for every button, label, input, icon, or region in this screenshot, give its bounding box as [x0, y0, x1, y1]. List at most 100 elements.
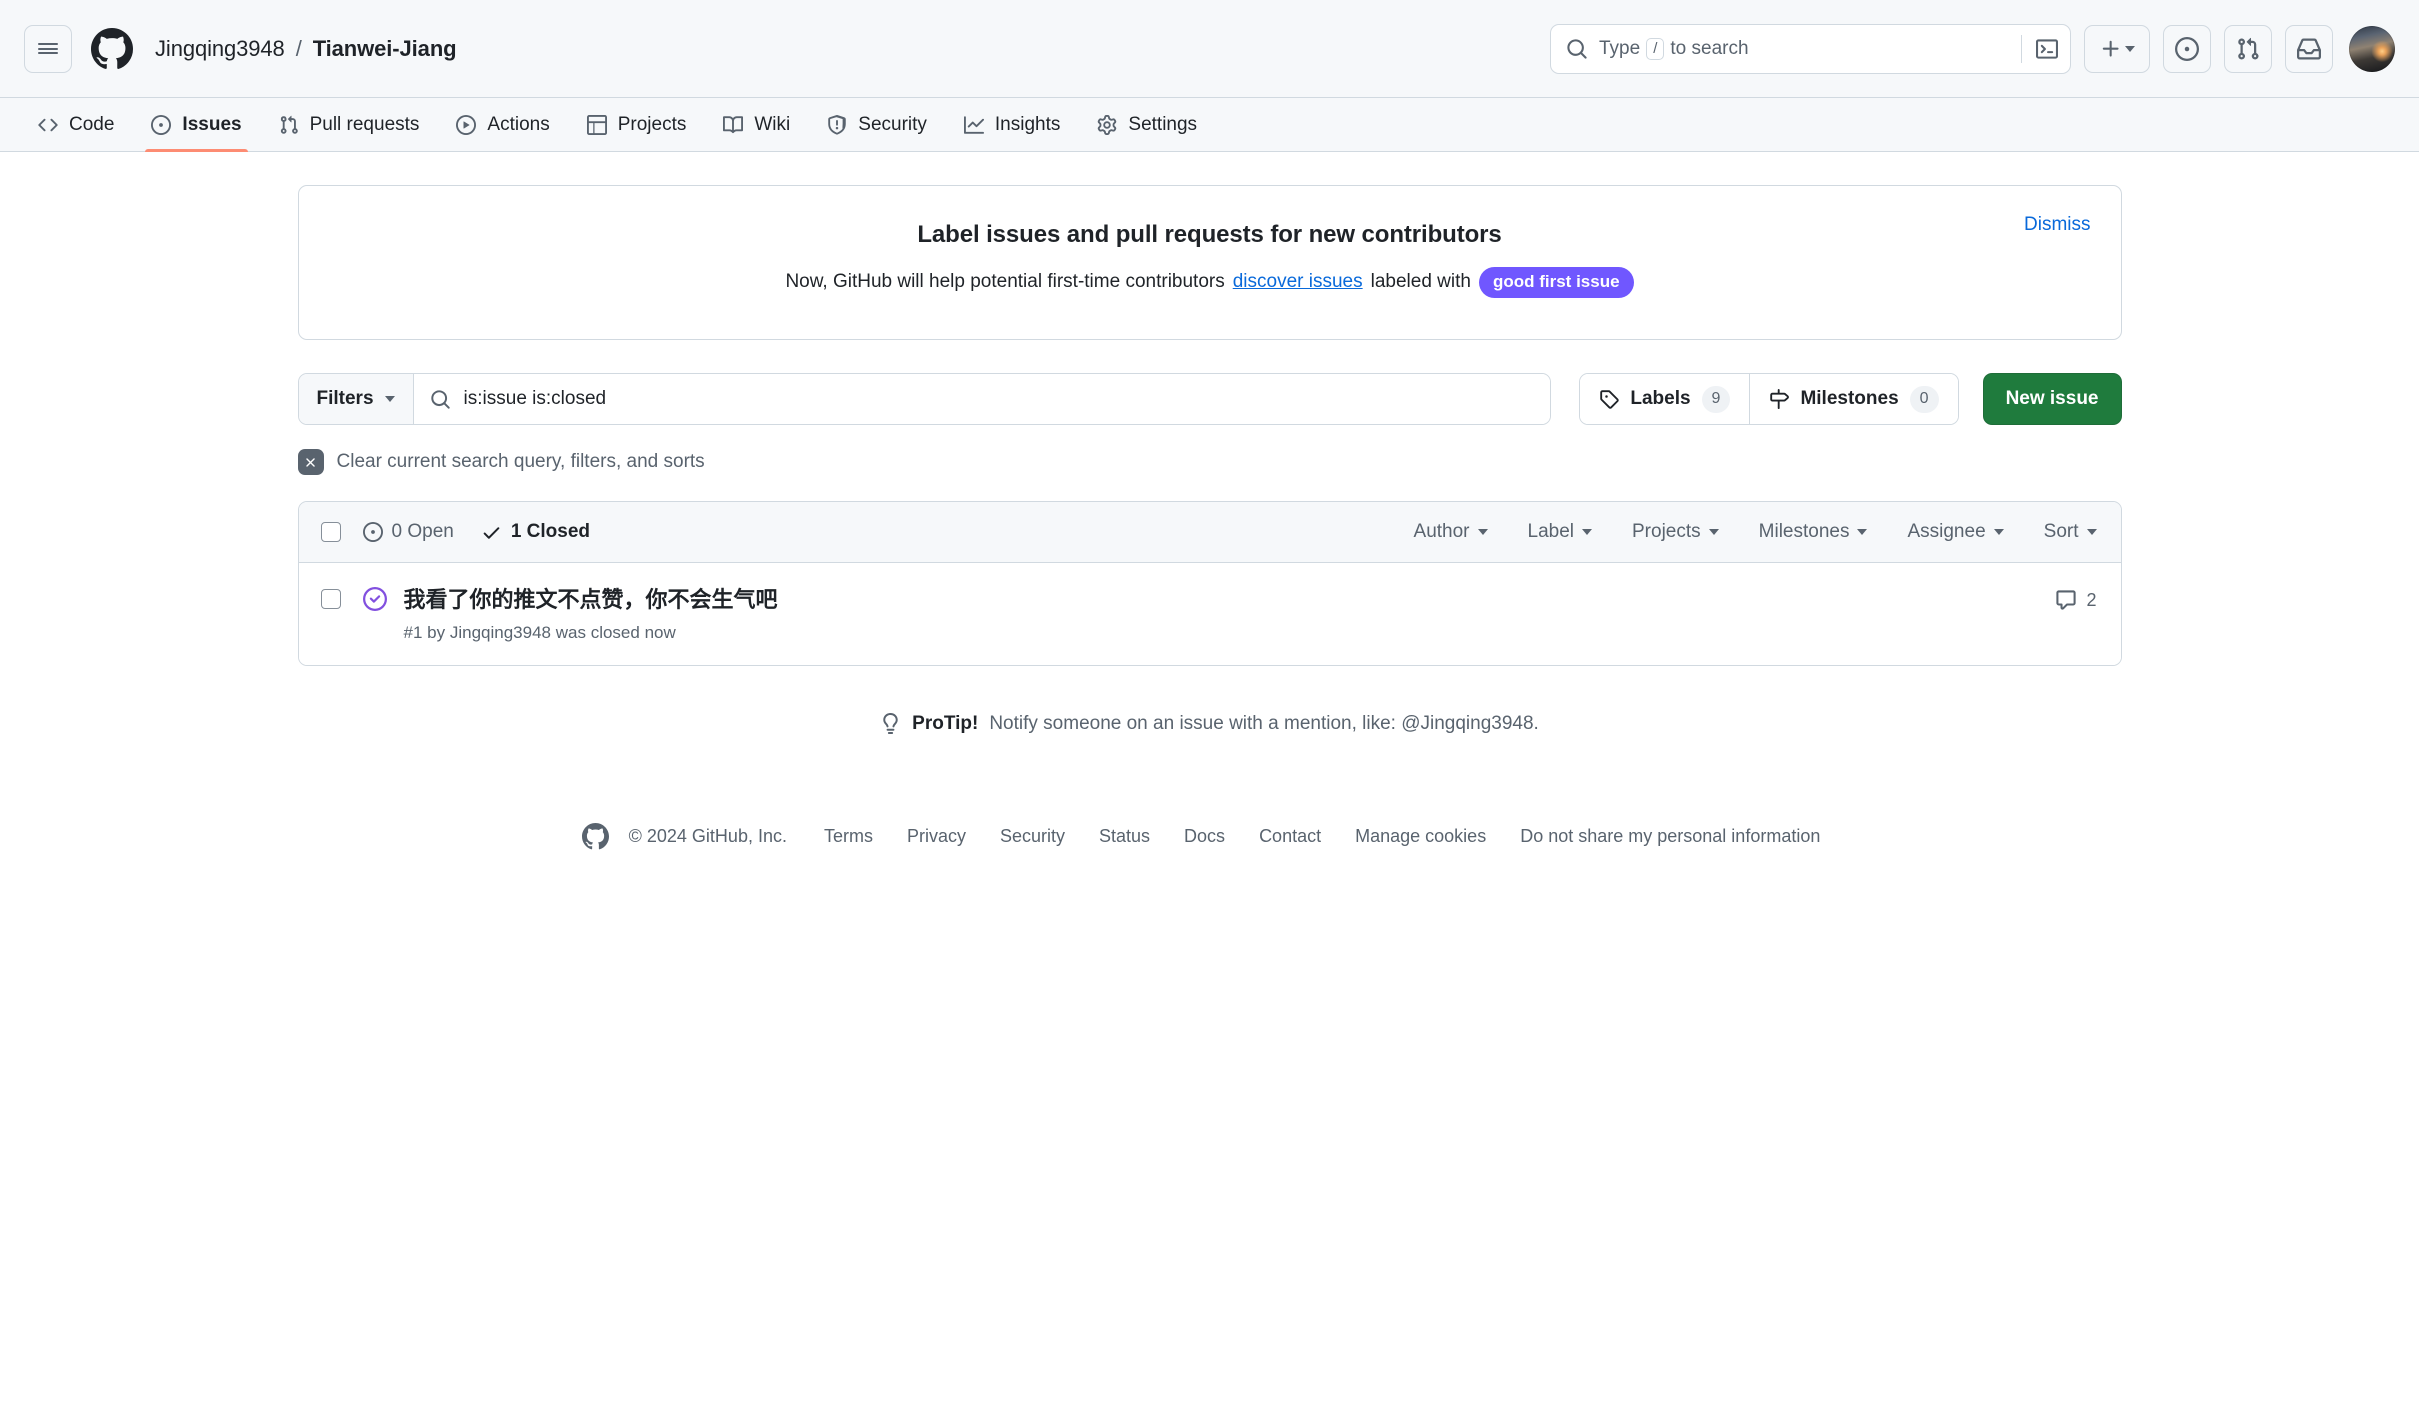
code-icon [38, 115, 58, 135]
repo-nav-issues-label: Issues [182, 113, 242, 135]
banner-title: Label issues and pull requests for new c… [917, 220, 1502, 248]
global-search-input[interactable]: Type / to search [1550, 23, 2071, 74]
footer-link-manage-cookies[interactable]: Manage cookies [1338, 826, 1503, 847]
pull-requests-button[interactable] [2224, 24, 2272, 73]
search-input[interactable] [463, 388, 1534, 410]
issue-title-link[interactable]: 我看了你的推文不点赞，你不会生气吧 [404, 585, 778, 615]
notifications-inbox-button[interactable] [2285, 24, 2333, 73]
chevron-down-icon [2124, 45, 2135, 52]
repo-nav-wiki-label: Wiki [754, 113, 791, 135]
table-row[interactable]: 我看了你的推文不点赞，你不会生气吧 #1 by Jingqing3948 was… [298, 563, 2121, 665]
tag-icon [1599, 389, 1620, 409]
clear-filters-link[interactable]: Clear current search query, filters, and… [297, 449, 705, 475]
projects-filter[interactable]: Projects [1612, 521, 1739, 543]
issues-button[interactable] [2163, 24, 2211, 73]
footer-link-docs[interactable]: Docs [1167, 826, 1242, 847]
footer-link-contact[interactable]: Contact [1242, 826, 1338, 847]
issues-search-field[interactable] [413, 374, 1550, 424]
discover-issues-link[interactable]: discover issues [1233, 271, 1363, 293]
terminal-command-icon[interactable] [2021, 34, 2058, 63]
search-placeholder-prefix: Type [1599, 37, 1641, 59]
search-placeholder: Type / to search [1599, 37, 1749, 60]
play-icon [456, 114, 477, 135]
closed-issues-filter[interactable]: 1 Closed [481, 521, 590, 543]
repo-nav-insights-label: Insights [994, 113, 1061, 135]
search-placeholder-suffix: to search [1670, 37, 1749, 59]
repo-nav-wiki[interactable]: Wiki [709, 98, 804, 151]
repo-nav-actions[interactable]: Actions [442, 98, 563, 151]
avatar[interactable] [2349, 25, 2395, 72]
labels-count: 9 [1701, 385, 1731, 413]
github-issues-page: Jingqing3948 / Tianwei-Jiang Type / to s… [0, 0, 2419, 1417]
filters-label: Filters [316, 388, 374, 409]
select-all-checkbox[interactable] [320, 522, 341, 542]
issue-checkbox[interactable] [320, 589, 341, 609]
list-sort-filters: Author Label Projects Milestones Assigne… [1394, 521, 2097, 543]
check-icon [481, 522, 502, 543]
repo-nav-projects-label: Projects [617, 113, 687, 135]
issue-author-link[interactable]: Jingqing3948 [450, 623, 551, 642]
clear-filters-label: Clear current search query, filters, and… [336, 451, 705, 472]
milestones-label: Milestones [1800, 388, 1899, 409]
repo-nav-insights[interactable]: Insights [950, 98, 1074, 151]
page-footer: © 2024 GitHub, Inc. Terms Privacy Securi… [298, 822, 2122, 890]
footer-link-do-not-share[interactable]: Do not share my personal information [1503, 826, 1837, 847]
footer-link-security[interactable]: Security [983, 826, 1082, 847]
protip-label: ProTip! [912, 712, 979, 734]
author-filter-label: Author [1413, 521, 1470, 542]
footer-link-terms[interactable]: Terms [807, 826, 890, 847]
create-new-button[interactable] [2084, 24, 2150, 73]
state-filters: 0 Open 1 Closed [362, 521, 590, 543]
labels-label: Labels [1630, 388, 1691, 409]
lightbulb-icon [880, 713, 901, 735]
new-issue-button[interactable]: New issue [1982, 373, 2122, 425]
repo-nav-code[interactable]: Code [24, 98, 128, 151]
sort-filter[interactable]: Sort [2024, 521, 2097, 543]
contributors-banner: Label issues and pull requests for new c… [297, 185, 2122, 340]
main-content: Label issues and pull requests for new c… [0, 185, 2419, 890]
repo-nav-security[interactable]: Security [813, 98, 941, 151]
hamburger-menu-icon[interactable] [24, 24, 72, 73]
closed-issues-label: 1 Closed [510, 521, 591, 542]
repo-nav-settings[interactable]: Settings [1083, 98, 1211, 151]
repo-nav-issues[interactable]: Issues [137, 98, 255, 152]
issue-number: #1 [403, 622, 423, 642]
open-issues-filter[interactable]: 0 Open [362, 521, 454, 543]
github-logo-icon[interactable] [91, 27, 133, 70]
issue-comment-count[interactable]: 2 [2055, 585, 2097, 611]
milestones-filter-label: Milestones [1758, 521, 1850, 542]
footer-link-status[interactable]: Status [1082, 826, 1167, 847]
good-first-issue-chip[interactable]: good first issue [1478, 266, 1634, 299]
repo-nav-projects[interactable]: Projects [573, 98, 701, 151]
issue-opened-icon [362, 522, 383, 542]
chevron-down-icon [1477, 529, 1488, 535]
comment-icon [2055, 589, 2077, 611]
banner-body-after: labeled with [1370, 271, 1471, 293]
git-pull-request-icon [279, 115, 299, 135]
issues-list-header: 0 Open 1 Closed Author Label Projects Mi… [298, 502, 2121, 563]
footer-link-privacy[interactable]: Privacy [890, 826, 983, 847]
breadcrumb-repo[interactable]: Tianwei-Jiang [313, 36, 457, 62]
chevron-down-icon [1582, 529, 1592, 535]
repo-nav-pull-requests-label: Pull requests [309, 113, 420, 135]
filters-dropdown-button[interactable]: Filters [298, 374, 414, 424]
label-filter-label: Label [1527, 521, 1575, 542]
label-filter[interactable]: Label [1508, 521, 1613, 543]
breadcrumb-owner[interactable]: Jingqing3948 [155, 36, 285, 62]
chevron-down-icon [2086, 529, 2097, 535]
global-header: Jingqing3948 / Tianwei-Jiang Type / to s… [0, 0, 2419, 98]
assignee-filter[interactable]: Assignee [1887, 521, 2023, 543]
milestones-button[interactable]: Milestones 0 [1749, 374, 1958, 424]
repo-nav-pull-requests[interactable]: Pull requests [265, 98, 434, 151]
book-icon [723, 115, 744, 135]
breadcrumb-separator: / [295, 35, 302, 61]
shield-icon [827, 114, 847, 135]
labels-milestones-group: Labels 9 Milestones 0 [1579, 373, 1959, 425]
search-filter-group: Filters [297, 373, 1551, 425]
chevron-down-icon [1708, 529, 1719, 535]
milestones-filter[interactable]: Milestones [1739, 521, 1888, 543]
labels-button[interactable]: Labels 9 [1580, 374, 1750, 424]
dismiss-banner-button[interactable]: Dismiss [2024, 214, 2091, 236]
issue-closed-completed-icon [362, 587, 387, 611]
author-filter[interactable]: Author [1394, 521, 1508, 543]
